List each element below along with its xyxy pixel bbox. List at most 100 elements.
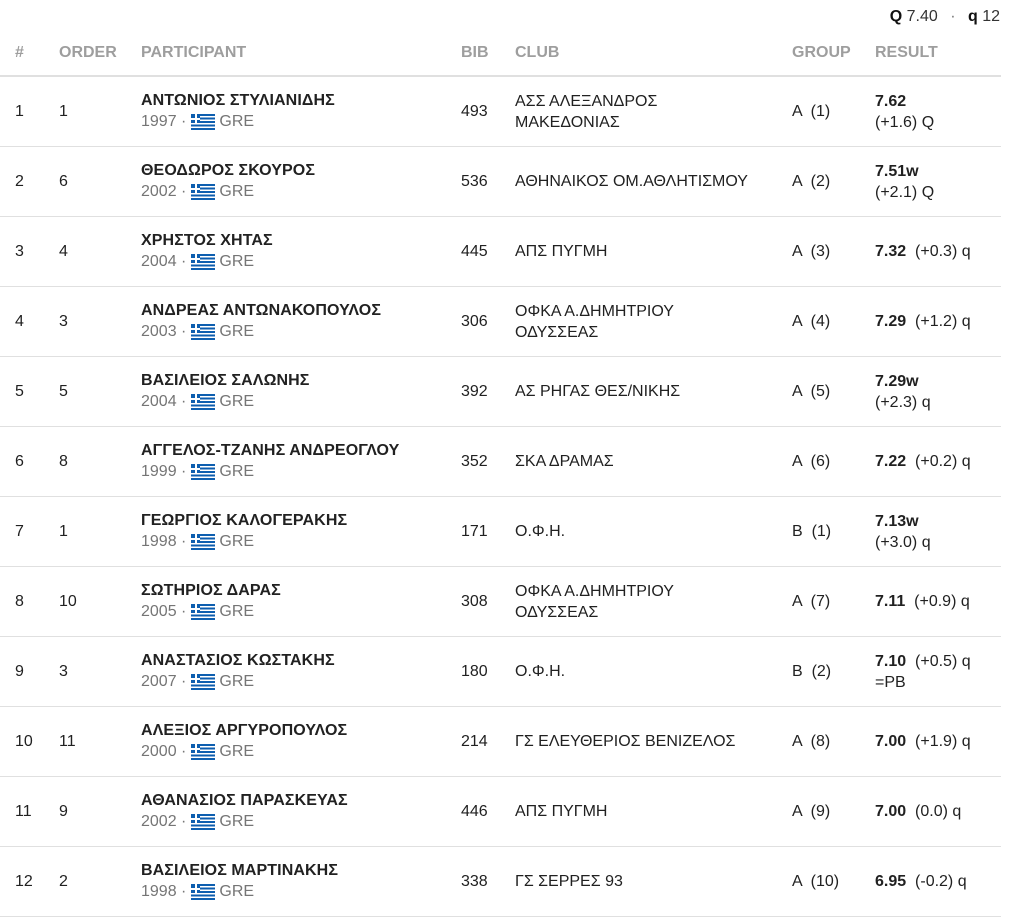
result-cell: 7.22 (+0.2) q [875, 426, 1001, 497]
participant-name[interactable]: ΑΝΑΣΤΑΣΙΟΣ ΚΩΣΤΑΚΗΣ [141, 652, 461, 670]
participant-name[interactable]: ΑΓΓΕΛΟΣ-ΤΖΑΝΗΣ ΑΝΔΡΕΟΓΛΟΥ [141, 442, 461, 460]
result-wind: (0.0) q [915, 803, 962, 820]
result-mark: 6.95 [875, 873, 907, 890]
results-table: # ORDER PARTICIPANT BIB CLUB GROUP RESUL… [0, 30, 1001, 917]
table-row[interactable]: 5 5 ΒΑΣΙΛΕΙΟΣ ΣΑΛΩΝΗΣ 2004 · GRE 392 ΑΣ ΡΗΓΑΣ … [0, 356, 1001, 427]
participant-meta: 2002 · GRE [141, 813, 461, 831]
participant-cell: ΑΓΓΕΛΟΣ-ΤΖΑΝΗΣ ΑΝΔΡΕΟΓΛΟΥ 1999 · GRE [141, 426, 461, 497]
table-row[interactable]: 11 9 ΑΘΑΝΑΣΙΟΣ ΠΑΡΑΣΚΕΥΑΣ 2002 · GRE 446 ΑΠΣ Π… [0, 776, 1001, 847]
header-order[interactable]: ORDER [59, 30, 141, 77]
meta-dot: · [176, 813, 187, 830]
order-cell: 3 [59, 286, 141, 357]
club-line: ΑΠΣ ΠΥΓΜΗ [515, 243, 608, 260]
birth-year: 2007 [141, 673, 177, 690]
qual-separator: · [950, 8, 956, 25]
club-cell: ΟΦΚΑ Α.ΔΗΜΗΤΡΙΟΥ ΟΔΥΣΣΕΑΣ [515, 286, 792, 357]
q-small-label: q [967, 8, 978, 25]
table-row[interactable]: 7 1 ΓΕΩΡΓΙΟΣ ΚΑΛΟΓΕΡΑΚΗΣ 1998 · GRE 171 Ο.Φ.Η.… [0, 496, 1001, 567]
club-cell: ΟΦΚΑ Α.ΔΗΜΗΤΡΙΟΥ ΟΔΥΣΣΕΑΣ [515, 566, 792, 637]
table-row[interactable]: 10 11 ΑΛΕΞΙΟΣ ΑΡΓΥΡΟΠΟΥΛΟΣ 2000 · GRE 214 ΓΣ Ε… [0, 706, 1001, 777]
country-code: GRE [219, 883, 255, 900]
participant-name[interactable]: ΑΘΑΝΑΣΙΟΣ ΠΑΡΑΣΚΕΥΑΣ [141, 792, 461, 810]
result-note: (+3.0) q [875, 533, 931, 551]
table-row[interactable]: 6 8 ΑΓΓΕΛΟΣ-ΤΖΑΝΗΣ ΑΝΔΡΕΟΓΛΟΥ 1999 · GRE 352 Σ… [0, 426, 1001, 497]
table-row[interactable]: 3 4 ΧΡΗΣΤΟΣ ΧΗΤΑΣ 2004 · GRE 445 ΑΠΣ ΠΥΓΜΗ Α (3… [0, 216, 1001, 287]
greece-flag-icon [191, 184, 216, 200]
country-code: GRE [219, 113, 255, 130]
greece-flag-icon [191, 254, 216, 270]
participant-name[interactable]: ΒΑΣΙΛΕΙΟΣ ΣΑΛΩΝΗΣ [141, 372, 461, 390]
result-mark: 7.22 [875, 453, 907, 470]
result-wind: (+0.9) q [914, 593, 970, 610]
rank-cell: 3 [0, 216, 59, 287]
greece-flag-icon [191, 674, 216, 690]
participant-meta: 2005 · GRE [141, 603, 461, 621]
result-mark: 7.62 [875, 92, 907, 110]
birth-year: 2003 [141, 323, 177, 340]
participant-name[interactable]: ΑΝΤΩΝΙΟΣ ΣΤΥΛΙΑΝΙΔΗΣ [141, 92, 461, 110]
order-cell: 4 [59, 216, 141, 287]
club-line: ΑΣΣ ΑΛΕΞΑΝΔΡΟΣ [515, 92, 658, 110]
club-line: ΜΑΚΕΔΟΝΙΑΣ [515, 113, 620, 131]
header-group[interactable]: GROUP [792, 30, 875, 77]
group-cell: Α (7) [792, 566, 875, 637]
greece-flag-icon [191, 324, 216, 340]
result-mark: 7.00 [875, 733, 907, 750]
participant-meta: 2003 · GRE [141, 323, 461, 341]
participant-name[interactable]: ΑΛΕΞΙΟΣ ΑΡΓΥΡΟΠΟΥΛΟΣ [141, 722, 461, 740]
birth-year: 1997 [141, 113, 177, 130]
participant-cell: ΑΝΔΡΕΑΣ ΑΝΤΩΝΑΚΟΠΟΥΛΟΣ 2003 · GRE [141, 286, 461, 357]
participant-name[interactable]: ΣΩΤΗΡΙΟΣ ΔΑΡΑΣ [141, 582, 461, 600]
participant-name[interactable]: ΑΝΔΡΕΑΣ ΑΝΤΩΝΑΚΟΠΟΥΛΟΣ [141, 302, 461, 320]
bib-cell: 352 [461, 426, 515, 497]
greece-flag-icon [191, 604, 216, 620]
rank-cell: 9 [0, 636, 59, 707]
header-result[interactable]: RESULT [875, 30, 1001, 77]
result-mark: 7.51w [875, 162, 919, 180]
birth-year: 2000 [141, 743, 177, 760]
rank-cell: 12 [0, 846, 59, 917]
participant-meta: 1998 · GRE [141, 883, 461, 901]
table-row[interactable]: 8 10 ΣΩΤΗΡΙΟΣ ΔΑΡΑΣ 2005 · GRE 308 ΟΦΚΑ Α.ΔΗΜΗ… [0, 566, 1001, 637]
bib-cell: 445 [461, 216, 515, 287]
participant-meta: 1999 · GRE [141, 463, 461, 481]
table-row[interactable]: 12 2 ΒΑΣΙΛΕΙΟΣ ΜΑΡΤΙΝΑΚΗΣ 1998 · GRE 338 ΓΣ ΣΕ… [0, 846, 1001, 917]
rank-cell: 8 [0, 566, 59, 637]
participant-name[interactable]: ΓΕΩΡΓΙΟΣ ΚΑΛΟΓΕΡΑΚΗΣ [141, 512, 461, 530]
participant-name[interactable]: ΧΡΗΣΤΟΣ ΧΗΤΑΣ [141, 232, 461, 250]
header-bib[interactable]: BIB [461, 30, 515, 77]
header-participant[interactable]: PARTICIPANT [141, 30, 461, 77]
greece-flag-icon [191, 744, 216, 760]
result-cell: 6.95 (-0.2) q [875, 846, 1001, 917]
table-row[interactable]: 9 3 ΑΝΑΣΤΑΣΙΟΣ ΚΩΣΤΑΚΗΣ 2007 · GRE 180 Ο.Φ.Η. Β… [0, 636, 1001, 707]
birth-year: 1998 [141, 883, 177, 900]
participant-cell: ΒΑΣΙΛΕΙΟΣ ΜΑΡΤΙΝΑΚΗΣ 1998 · GRE [141, 846, 461, 917]
participant-cell: ΑΛΕΞΙΟΣ ΑΡΓΥΡΟΠΟΥΛΟΣ 2000 · GRE [141, 706, 461, 777]
club-line: ΑΣ ΡΗΓΑΣ ΘΕΣ/ΝΙΚΗΣ [515, 383, 681, 400]
order-cell: 2 [59, 846, 141, 917]
greece-flag-icon [191, 534, 216, 550]
result-mark: 7.11 [875, 593, 906, 610]
result-cell: 7.11 (+0.9) q [875, 566, 1001, 637]
club-cell: ΑΣ ΡΗΓΑΣ ΘΕΣ/ΝΙΚΗΣ [515, 356, 792, 427]
header-rank[interactable]: # [0, 30, 59, 77]
table-row[interactable]: 1 1 ΑΝΤΩΝΙΟΣ ΣΤΥΛΙΑΝΙΔΗΣ 1997 · GRE 493 ΑΣΣ ΑΛ… [0, 76, 1001, 147]
club-line: ΣΚΑ ΔΡΑΜΑΣ [515, 453, 614, 470]
table-row[interactable]: 4 3 ΑΝΔΡΕΑΣ ΑΝΤΩΝΑΚΟΠΟΥΛΟΣ 2003 · GRE 306 ΟΦΚΑ… [0, 286, 1001, 357]
group-cell: Α (1) [792, 76, 875, 147]
meta-dot: · [176, 323, 187, 340]
group-cell: Α (2) [792, 146, 875, 217]
table-row[interactable]: 2 6 ΘΕΟΔΩΡΟΣ ΣΚΟΥΡΟΣ 2002 · GRE 536 ΑΘΗΝΑΙΚΟΣ … [0, 146, 1001, 217]
result-wind: (+0.3) q [915, 243, 971, 260]
result-mark: 7.13w [875, 512, 919, 530]
greece-flag-icon [191, 394, 216, 410]
bib-cell: 214 [461, 706, 515, 777]
group-cell: Α (10) [792, 846, 875, 917]
participant-name[interactable]: ΒΑΣΙΛΕΙΟΣ ΜΑΡΤΙΝΑΚΗΣ [141, 862, 461, 880]
header-club[interactable]: CLUB [515, 30, 792, 77]
participant-name[interactable]: ΘΕΟΔΩΡΟΣ ΣΚΟΥΡΟΣ [141, 162, 461, 180]
club-line: Ο.Φ.Η. [515, 663, 566, 680]
club-cell: ΓΣ ΕΛΕΥΘΕΡΙΟΣ ΒΕΝΙΖΕΛΟΣ [515, 706, 792, 777]
bib-cell: 180 [461, 636, 515, 707]
birth-year: 2005 [141, 603, 177, 620]
